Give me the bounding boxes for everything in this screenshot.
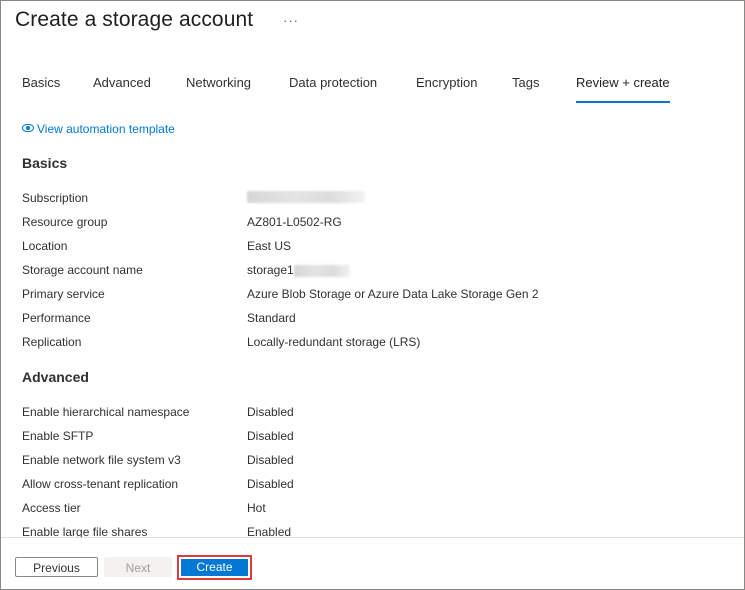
create-button-highlight: Create	[177, 555, 252, 580]
tab-networking[interactable]: Networking	[186, 75, 251, 101]
value-access-tier: Hot	[247, 501, 266, 515]
storage-account-name-text: storage1	[247, 263, 294, 277]
more-options-button[interactable]: ···	[283, 13, 299, 28]
tab-review-create[interactable]: Review + create	[576, 75, 670, 103]
page-title: Create a storage account	[15, 8, 254, 31]
view-automation-template-label: View automation template	[37, 122, 175, 136]
tab-encryption[interactable]: Encryption	[416, 75, 477, 101]
label-location: Location	[22, 239, 68, 253]
value-storage-account-name: storage1	[247, 263, 350, 277]
value-performance: Standard	[247, 311, 296, 325]
label-enable-sftp: Enable SFTP	[22, 429, 94, 443]
label-replication: Replication	[22, 335, 82, 349]
tab-data-protection[interactable]: Data protection	[289, 75, 377, 101]
value-enable-sftp: Disabled	[247, 429, 294, 443]
label-resource-group: Resource group	[22, 215, 108, 229]
tab-basics[interactable]: Basics	[22, 75, 60, 101]
value-replication: Locally-redundant storage (LRS)	[247, 335, 421, 349]
value-primary-service: Azure Blob Storage or Azure Data Lake St…	[247, 287, 539, 301]
label-primary-service: Primary service	[22, 287, 105, 301]
section-title-basics: Basics	[22, 155, 68, 171]
label-subscription: Subscription	[22, 191, 89, 205]
wizard-footer: Previous Next Create	[1, 537, 744, 589]
view-automation-template-link[interactable]: View automation template	[22, 122, 175, 136]
redacted-storage-suffix	[293, 264, 350, 277]
value-nfs-v3: Disabled	[247, 453, 294, 467]
value-cross-tenant-replication: Disabled	[247, 477, 294, 491]
next-button: Next	[104, 557, 172, 577]
label-nfs-v3: Enable network file system v3	[22, 453, 181, 467]
wizard-tabs: Basics Advanced Networking Data protecti…	[1, 75, 744, 103]
create-button[interactable]: Create	[181, 559, 248, 576]
section-title-advanced: Advanced	[22, 369, 89, 385]
label-access-tier: Access tier	[22, 501, 81, 515]
label-hierarchical-namespace: Enable hierarchical namespace	[22, 405, 190, 419]
label-performance: Performance	[22, 311, 91, 325]
value-resource-group: AZ801-L0502-RG	[247, 215, 342, 229]
eye-icon	[22, 124, 34, 132]
value-location: East US	[247, 239, 292, 253]
label-cross-tenant-replication: Allow cross-tenant replication	[22, 477, 179, 491]
label-storage-account-name: Storage account name	[22, 263, 143, 277]
value-hierarchical-namespace: Disabled	[247, 405, 294, 419]
tab-tags[interactable]: Tags	[512, 75, 539, 101]
value-subscription	[247, 189, 365, 203]
tab-advanced[interactable]: Advanced	[93, 75, 151, 101]
redacted-subscription	[247, 190, 365, 203]
create-storage-account-blade: Create a storage account ··· Basics Adva…	[0, 0, 745, 590]
previous-button[interactable]: Previous	[15, 557, 98, 577]
